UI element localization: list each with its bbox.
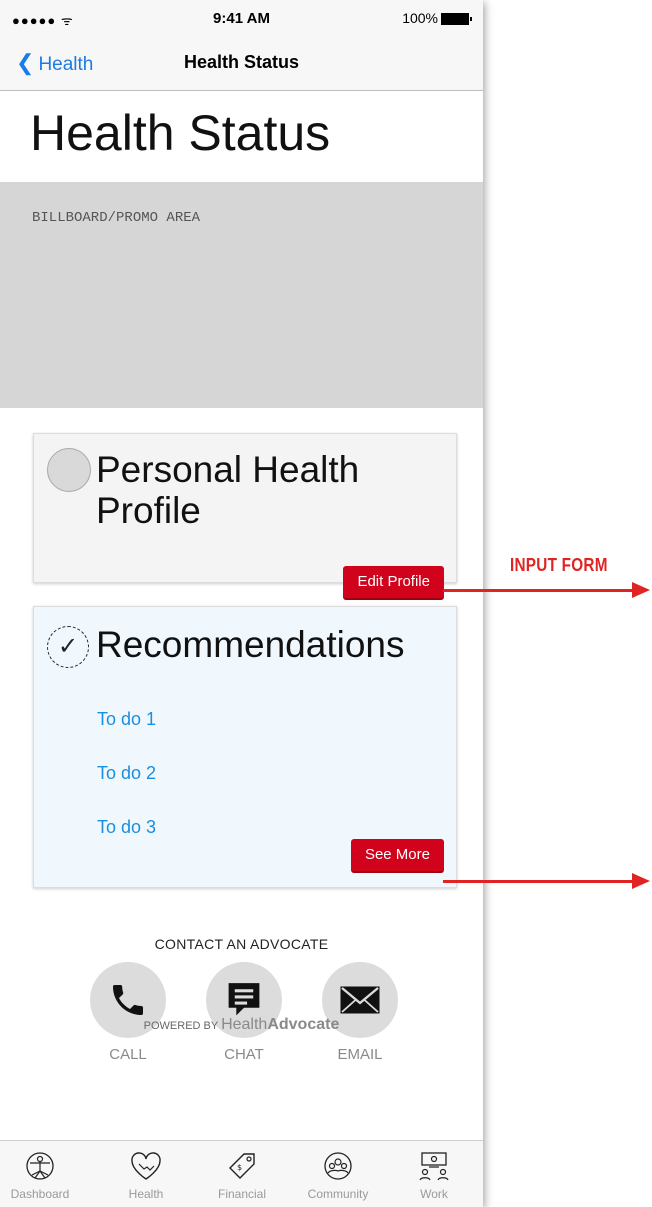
recommendations-card-title: Recommendations [96, 624, 405, 665]
chat-button[interactable]: CHAT [206, 962, 282, 1063]
contact-advocate-label: CONTACT AN ADVOCATE [154, 936, 329, 952]
tab-work-label: Work [420, 1187, 448, 1201]
powered-by-text: POWERED BY [143, 1020, 219, 1032]
tab-health[interactable]: Health [106, 1149, 186, 1201]
tab-financial[interactable]: $ Financial [202, 1149, 282, 1201]
status-bar: ●●●●● ᯤ 9:41 AM 100% [0, 0, 483, 40]
tab-work[interactable]: Work [394, 1149, 474, 1201]
battery-percent: 100% [402, 10, 438, 26]
powered-by-footer: POWERED BY HealthAdvocate [0, 1016, 483, 1034]
email-label: EMAIL [337, 1046, 383, 1063]
todo-item-1[interactable]: To do 1 [97, 709, 156, 730]
tab-dashboard-label: Dashboard [10, 1187, 70, 1201]
brand-light: Health [221, 1016, 268, 1033]
see-more-button[interactable]: See More [350, 839, 444, 873]
tab-financial-label: Financial [217, 1187, 267, 1201]
email-button[interactable]: EMAIL [322, 962, 398, 1063]
todo-item-2[interactable]: To do 2 [97, 763, 156, 784]
health-advocate-logo: HealthAdvocate [221, 1016, 339, 1033]
tab-bar: Dashboard Health $ Financial Community W… [0, 1140, 483, 1207]
input-form-annotation: INPUT FORM [510, 555, 608, 575]
annotation-arrow-1-line [443, 589, 633, 592]
tab-health-label: Health [128, 1187, 164, 1201]
brand-bold: Advocate [267, 1016, 340, 1033]
profile-status-circle-icon [47, 448, 91, 492]
tab-community-label: Community [307, 1187, 369, 1201]
battery-icon [441, 13, 472, 26]
page-title: Health Status [30, 105, 331, 161]
phone-screen: ●●●●● ᯤ 9:41 AM 100% ❮ Health Health Stat… [0, 0, 483, 1207]
call-label: CALL [109, 1046, 147, 1063]
annotation-arrow-2-head [632, 873, 650, 889]
profile-card-title: Personal Health Profile [96, 449, 360, 531]
annotation-arrow-1-head [632, 582, 650, 598]
todo-item-3[interactable]: To do 3 [97, 817, 156, 838]
chat-label: CHAT [224, 1046, 264, 1063]
billboard-text: BILLBOARD/PROMO AREA [32, 210, 201, 226]
edit-profile-button[interactable]: Edit Profile [343, 566, 444, 600]
navigation-bar: ❮ Health Health Status [0, 40, 483, 91]
svg-text:$: $ [237, 1163, 242, 1172]
nav-title: Health Status [183, 52, 300, 72]
recommendations-card: ✓ Recommendations To do 1 To do 2 To do … [33, 606, 457, 888]
price-tag-icon: $ [202, 1149, 282, 1183]
heart-handshake-icon [106, 1149, 186, 1183]
community-people-icon [298, 1149, 378, 1183]
checkmark-circle-icon: ✓ [47, 626, 89, 668]
call-button[interactable]: CALL [90, 962, 166, 1063]
tab-dashboard[interactable]: Dashboard [0, 1149, 80, 1201]
meeting-table-icon [394, 1149, 474, 1183]
annotation-arrow-2-line [443, 880, 633, 883]
tab-community[interactable]: Community [298, 1149, 378, 1201]
vitruvian-icon [0, 1149, 80, 1183]
personal-health-profile-card: Personal Health Profile Edit Profile [33, 433, 457, 600]
billboard-promo-area[interactable]: BILLBOARD/PROMO AREA [0, 182, 483, 408]
battery-indicator: 100% [402, 10, 472, 26]
